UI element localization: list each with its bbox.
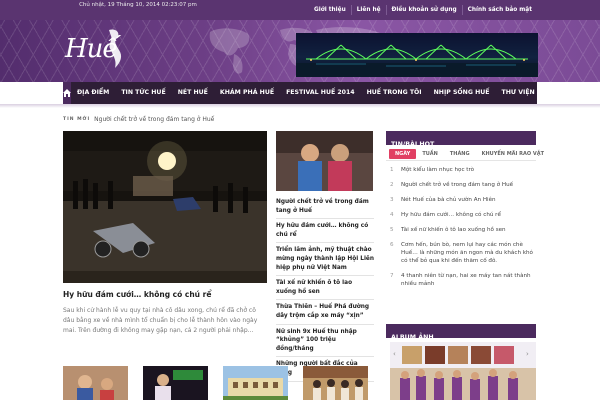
- page: Chủ nhật, 19 Tháng 10, 2014 02:23:07 pm …: [0, 0, 600, 400]
- top-links: Giới thiệu Liên hệ Điều khoản sử dụng Ch…: [309, 0, 537, 20]
- tab-day[interactable]: NGÀY: [389, 149, 417, 159]
- tab-classifieds[interactable]: KHUYẾN MÃI RAO VẶT: [476, 149, 550, 159]
- chevron-left-icon[interactable]: ‹: [393, 350, 398, 358]
- list-item[interactable]: Thừa Thiên – Huế Phá đường dây trộm cắp …: [276, 300, 374, 325]
- accident-night-photo: [63, 131, 267, 283]
- list-item[interactable]: Triển lãm ảnh, mỹ thuật chào mừng ngày t…: [276, 243, 374, 277]
- nav-item-explore[interactable]: KHÁM PHÁ HUẾ: [214, 82, 280, 104]
- link-about[interactable]: Giới thiệu: [309, 5, 351, 15]
- album-thumb[interactable]: [448, 346, 468, 364]
- nav-item-life-rhythm[interactable]: NHỊP SỐNG HUẾ: [428, 82, 496, 104]
- album-thumb[interactable]: [494, 346, 514, 364]
- bottom-photo-3: [223, 366, 288, 400]
- ticker-link[interactable]: Người chết trở về trong đám tang ở Huế: [94, 116, 214, 123]
- nav-item-places[interactable]: ĐỊA ĐIỂM: [71, 82, 115, 104]
- link-contact[interactable]: Liên hệ: [350, 5, 386, 15]
- nav-item-hue-in-me[interactable]: HUẾ TRONG TÔI: [361, 82, 428, 104]
- ticker-label: TIN MỚI: [63, 116, 91, 122]
- vietnam-map-icon: [109, 29, 122, 68]
- album-thumb[interactable]: [425, 346, 445, 364]
- list-item[interactable]: 4 Hy hữu đám cưới… không có chú rể: [390, 211, 536, 219]
- main-nav: ĐỊA ĐIỂM TIN TỨC HUẾ NÉT HUẾ KHÁM PHÁ HU…: [63, 82, 537, 104]
- bottom-photo-4: [303, 366, 368, 400]
- middle-news-list: Người chết trở về trong đám tang ở Huế H…: [276, 195, 374, 382]
- feature-image[interactable]: [63, 131, 267, 283]
- site-header: Huế: [0, 20, 600, 82]
- bottom-thumbnail[interactable]: [303, 366, 368, 400]
- middle-thumbnail[interactable]: [276, 131, 373, 191]
- list-item[interactable]: Tài xế nữ khiến ô tô lao xuống hồ sen: [276, 276, 374, 301]
- list-item[interactable]: 6 Cơm hến, bún bò, nem lụi hay các món ch…: [390, 241, 536, 265]
- list-item[interactable]: 74 thanh niên từ nạn, hai xe máy tan nát…: [390, 272, 536, 288]
- feature-title[interactable]: Hy hữu đám cưới… không có chú rể: [63, 290, 211, 299]
- bottom-thumbnail[interactable]: [143, 366, 208, 400]
- hot-news-heading: TIN/BÀI HOT: [386, 131, 536, 148]
- album-thumb[interactable]: [402, 346, 422, 364]
- album-main-photo[interactable]: [390, 368, 536, 400]
- list-item[interactable]: 1 Một kiểu làm nhục học trò: [390, 166, 536, 174]
- list-item[interactable]: Người chết trở về trong đám tang ở Huế: [276, 195, 374, 220]
- tab-month[interactable]: THÁNG: [444, 149, 476, 159]
- link-terms[interactable]: Điều khoản sử dụng: [385, 5, 462, 15]
- nav-item-news[interactable]: TIN TỨC HUẾ: [115, 82, 171, 104]
- header-banner[interactable]: [296, 33, 538, 77]
- list-item[interactable]: Nữ sinh 9x Huế thu nhập “khủng” 100 triệ…: [276, 325, 374, 358]
- current-date: Chủ nhật, 19 Tháng 10, 2014 02:23:07 pm: [79, 2, 197, 8]
- nav-home[interactable]: [63, 82, 71, 104]
- list-item[interactable]: Hy hữu đám cưới… không có chú rể: [276, 219, 374, 244]
- nav-item-festival[interactable]: FESTIVAL HUẾ 2014: [280, 82, 361, 104]
- top-bar: Chủ nhật, 19 Tháng 10, 2014 02:23:07 pm …: [0, 0, 600, 20]
- hot-news-tabs: NGÀY TUẦN THÁNG KHUYẾN MÃI RAO VẶT: [389, 149, 550, 159]
- list-item[interactable]: 3 Nét Huế của bà chủ vườn An Hiên: [390, 196, 536, 204]
- nav-item-library[interactable]: THƯ VIỆN: [496, 82, 541, 104]
- feature-summary: Sau khi cử hành lễ vu quy tại nhà cô dâu…: [63, 307, 258, 334]
- news-ticker: TIN MỚI Người chết trở về trong đám tang…: [63, 114, 214, 124]
- bridge-night-image: [296, 44, 538, 77]
- link-privacy[interactable]: Chính sách bảo mật: [461, 5, 537, 15]
- album-heading: ALBUM ẢNH: [386, 324, 536, 341]
- home-icon: [63, 89, 71, 97]
- nav-item-hue-culture[interactable]: NÉT HUẾ: [172, 82, 214, 104]
- album-title: ALBUM ẢNH: [391, 334, 434, 341]
- bottom-thumbnail[interactable]: [63, 366, 128, 400]
- bottom-thumbnail[interactable]: [223, 366, 288, 400]
- list-item[interactable]: 2 Người chết trở về trong đám tang ở Huế: [390, 181, 536, 189]
- photo-album: ‹ ›: [390, 342, 536, 400]
- nav-shadow: [0, 104, 600, 108]
- bottom-photo-2: [143, 366, 208, 400]
- tab-week[interactable]: TUẦN: [416, 149, 444, 159]
- album-thumb[interactable]: [471, 346, 491, 364]
- people-photo: [276, 131, 373, 191]
- list-item[interactable]: 5 Tài xế nữ khiến ô tô lao xuống hồ sen: [390, 226, 536, 234]
- hot-news-list: 1 Một kiểu làm nhục học trò 2 Người chết t…: [390, 166, 536, 295]
- bottom-photo-1: [63, 366, 128, 400]
- tab-divider: [386, 160, 536, 161]
- chevron-right-icon[interactable]: ›: [526, 350, 531, 358]
- hot-news-title: TIN/BÀI HOT: [391, 141, 435, 148]
